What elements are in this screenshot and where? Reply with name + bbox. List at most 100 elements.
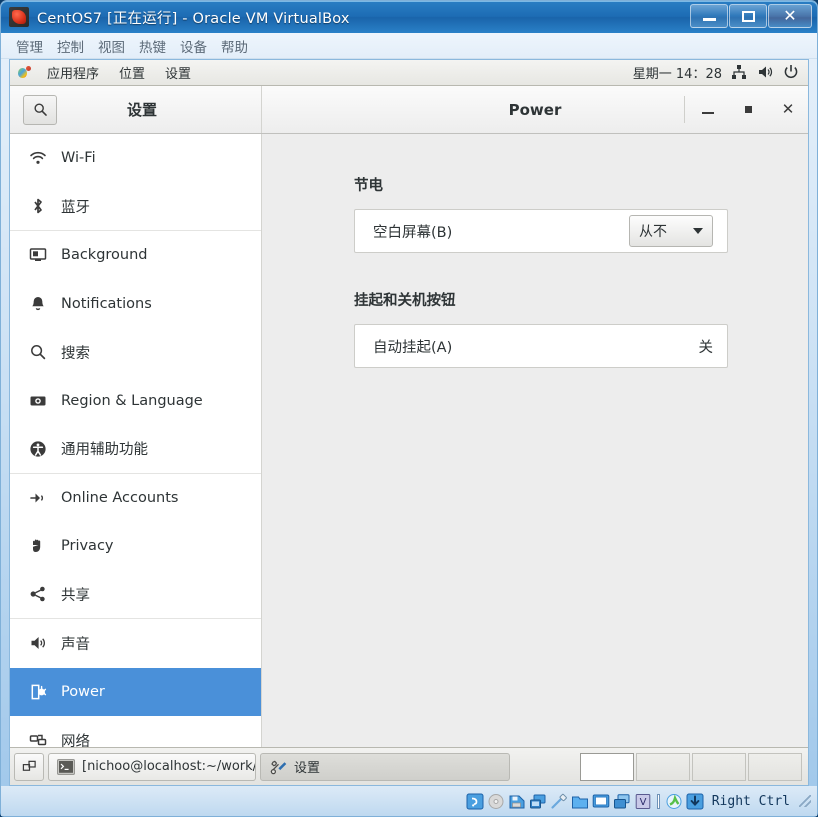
workspace-1[interactable]: [580, 752, 634, 781]
virtualbox-titlebar: CentOS7 [正在运行] - Oracle VM VirtualBox ✕: [1, 1, 817, 33]
vrde-icon[interactable]: V: [634, 793, 652, 810]
gnome-foot-icon: [18, 65, 32, 80]
privacy-hand-icon: [28, 536, 48, 556]
settings-body: Wi-Fi 蓝牙 Background Notifications 搜索 Reg…: [10, 134, 808, 747]
sidebar-item-search[interactable]: 搜索: [10, 328, 261, 377]
blank-screen-combo[interactable]: 从不: [629, 215, 713, 247]
minimize-icon: [702, 18, 716, 21]
settings-maximize-button[interactable]: [728, 86, 768, 133]
power-settings-content: 节电 空白屏幕(B) 从不 挂起和关机按钮 自动挂起(A) 关: [262, 134, 808, 747]
maximize-icon: [741, 10, 755, 22]
settings-minimize-button[interactable]: [688, 86, 728, 133]
workspace-2[interactable]: [636, 752, 690, 781]
blank-screen-row[interactable]: 空白屏幕(B) 从不: [355, 210, 727, 252]
menu-devices[interactable]: 设备: [173, 34, 214, 58]
guest-screen: 应用程序 位置 设置 星期一 14：28 设置 Power ✕ Wi-Fi 蓝牙…: [9, 59, 809, 786]
sidebar-item-sharing[interactable]: 共享: [10, 571, 261, 619]
floppy-icon[interactable]: [508, 793, 526, 810]
auto-suspend-row[interactable]: 自动挂起(A) 关: [355, 325, 727, 367]
settings-window: 设置 Power ✕ Wi-Fi 蓝牙 Background Notificat…: [10, 86, 808, 747]
search-button[interactable]: [23, 94, 57, 125]
search-icon: [33, 103, 47, 116]
suspend-list: 自动挂起(A) 关: [354, 324, 728, 368]
workspace-3[interactable]: [692, 752, 746, 781]
display-icon[interactable]: [592, 793, 610, 810]
host-key-icon[interactable]: [686, 793, 704, 810]
sidebar-item-notifications[interactable]: Notifications: [10, 280, 261, 329]
settings-headerbar: 设置 Power ✕: [10, 86, 808, 134]
resize-grip[interactable]: [799, 795, 811, 807]
search-icon: [28, 342, 48, 362]
bluetooth-icon: [28, 196, 48, 216]
sidebar-item-label: 通用辅助功能: [61, 442, 148, 459]
sidebar-item-label: Wi-Fi: [61, 150, 96, 167]
panel-places-menu[interactable]: 位置: [109, 63, 155, 82]
menu-view[interactable]: 视图: [91, 34, 132, 58]
section-title-power-saving: 节电: [354, 178, 383, 194]
settings-sidebar[interactable]: Wi-Fi 蓝牙 Background Notifications 搜索 Reg…: [10, 134, 262, 747]
power-saving-list: 空白屏幕(B) 从不: [354, 209, 728, 253]
sidebar-item-bluetooth[interactable]: 蓝牙: [10, 183, 261, 231]
settings-close-button[interactable]: ✕: [768, 86, 808, 133]
close-button[interactable]: ✕: [768, 4, 812, 28]
sidebar-item-label: 声音: [61, 636, 90, 653]
terminal-icon: [57, 758, 75, 775]
window-title: CentOS7 [正在运行] - Oracle VM VirtualBox: [37, 10, 350, 27]
menu-help[interactable]: 帮助: [214, 34, 255, 58]
power-plug-icon: [28, 682, 48, 702]
minimize-icon: [702, 111, 714, 114]
recording-icon[interactable]: [613, 793, 631, 810]
sidebar-item-power[interactable]: Power: [10, 667, 261, 716]
close-icon: ✕: [783, 6, 797, 25]
panel-settings-menu[interactable]: 设置: [155, 63, 201, 82]
wifi-icon: [28, 148, 48, 168]
sidebar-item-label: Online Accounts: [61, 489, 179, 506]
volume-icon[interactable]: [757, 64, 774, 81]
sidebar-item-network[interactable]: 网络: [10, 716, 261, 747]
sidebar-item-privacy[interactable]: Privacy: [10, 522, 261, 571]
network-icon: [28, 730, 48, 747]
hdd-icon[interactable]: [466, 793, 484, 810]
sharing-icon: [28, 584, 48, 604]
sidebar-item-label: 蓝牙: [61, 199, 90, 216]
background-icon: [28, 245, 48, 265]
sidebar-item-accessibility[interactable]: 通用辅助功能: [10, 425, 261, 474]
window-controls: ✕: [690, 4, 812, 28]
mouse-integration-icon[interactable]: [665, 793, 683, 810]
shared-folders-icon[interactable]: [571, 793, 589, 810]
network-icon[interactable]: [529, 793, 547, 810]
network-icon[interactable]: [731, 64, 748, 81]
sidebar-item-sound[interactable]: 声音: [10, 619, 261, 668]
usb-icon[interactable]: [550, 793, 568, 810]
svg-text:V: V: [639, 797, 646, 808]
panel-applications-menu[interactable]: 应用程序: [37, 63, 109, 82]
workspace-switcher[interactable]: [580, 752, 804, 781]
sidebar-item-label: 共享: [61, 587, 90, 604]
gnome-top-panel: 应用程序 位置 设置 星期一 14：28: [10, 60, 808, 86]
sidebar-item-label: Background: [61, 247, 148, 264]
taskbar-item-settings[interactable]: 设置: [260, 752, 510, 781]
menu-manage[interactable]: 管理: [9, 34, 50, 58]
maximize-button[interactable]: [729, 4, 767, 28]
cd-icon[interactable]: [487, 793, 505, 810]
workspace-4[interactable]: [748, 752, 802, 781]
sidebar-item-region-language[interactable]: Region & Language: [10, 377, 261, 426]
menu-control[interactable]: 控制: [50, 34, 91, 58]
virtualbox-menubar: 管理 控制 视图 热键 设备 帮助: [1, 33, 817, 59]
panel-clock[interactable]: 星期一 14：28: [633, 63, 722, 82]
power-icon[interactable]: [783, 64, 800, 81]
settings-header-right: Power ✕: [262, 86, 808, 133]
show-desktop-button[interactable]: [14, 752, 44, 781]
sidebar-item-background[interactable]: Background: [10, 231, 261, 280]
maximize-icon: [744, 106, 752, 113]
taskbar-item-terminal[interactable]: [nichoo@localhost:~/work/FVCO···: [48, 752, 256, 781]
sidebar-scrollbar[interactable]: [258, 134, 261, 747]
sidebar-item-online-accounts[interactable]: Online Accounts: [10, 474, 261, 523]
minimize-button[interactable]: [690, 4, 728, 28]
auto-suspend-value: 关: [698, 339, 714, 356]
menu-hotkeys[interactable]: 热键: [132, 34, 173, 58]
sidebar-item-wifi[interactable]: Wi-Fi: [10, 134, 261, 183]
statusbar-separator: [656, 793, 660, 809]
guest-taskbar: [nichoo@localhost:~/work/FVCO··· 设置: [10, 747, 808, 785]
